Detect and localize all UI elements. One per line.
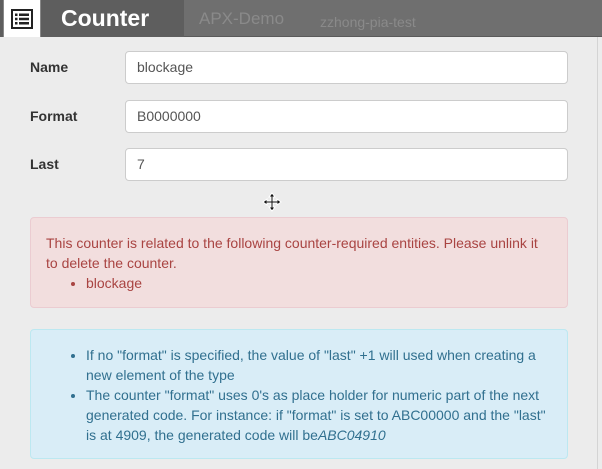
- last-label: Last: [30, 156, 59, 172]
- error-message: This counter is related to the following…: [46, 235, 538, 271]
- dialog-header: Counter: [0, 0, 184, 38]
- related-entity-item: blockage: [86, 273, 552, 293]
- info-item: If no "format" is specified, the value o…: [86, 345, 552, 385]
- dialog-title: Counter: [61, 5, 150, 31]
- format-label: Format: [30, 108, 78, 124]
- dialog-body: Name blockage Format B0000000 Last 7 Thi…: [0, 37, 598, 469]
- info-list: If no "format" is specified, the value o…: [46, 345, 552, 445]
- info-item-text: The counter "format" uses 0's as place h…: [86, 387, 546, 443]
- related-entities-list: blockage: [46, 273, 552, 293]
- background-app-item: APX-Demo: [199, 9, 285, 28]
- format-field[interactable]: B0000000: [125, 100, 568, 133]
- name-label: Name: [30, 59, 69, 75]
- info-item-example: ABC04910: [317, 427, 386, 443]
- info-item: The counter "format" uses 0's as place h…: [86, 385, 552, 445]
- error-alert: This counter is related to the following…: [30, 217, 568, 308]
- name-field[interactable]: blockage: [125, 51, 568, 84]
- last-field[interactable]: 7: [125, 148, 568, 181]
- info-alert: If no "format" is specified, the value o…: [30, 329, 568, 459]
- move-cursor-icon: [262, 192, 282, 217]
- list-icon: [3, 0, 41, 38]
- background-app-item: zzhong-pia-test: [320, 14, 416, 30]
